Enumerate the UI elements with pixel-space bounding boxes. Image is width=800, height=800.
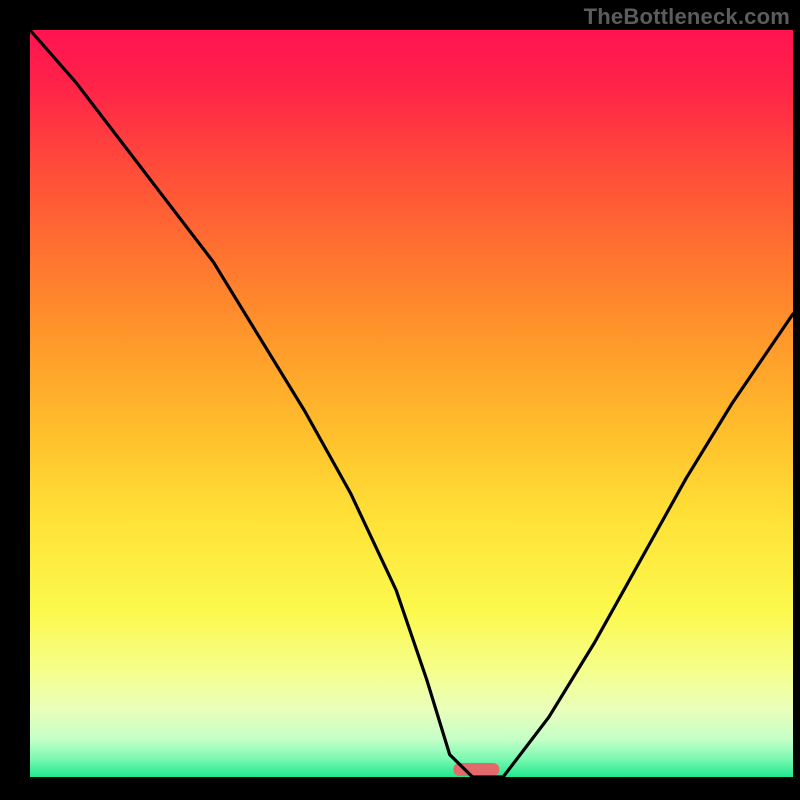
plot-background bbox=[30, 30, 793, 777]
chart-container: TheBottleneck.com bbox=[0, 0, 800, 800]
bottleneck-chart bbox=[0, 0, 800, 800]
watermark-text: TheBottleneck.com bbox=[584, 4, 790, 30]
